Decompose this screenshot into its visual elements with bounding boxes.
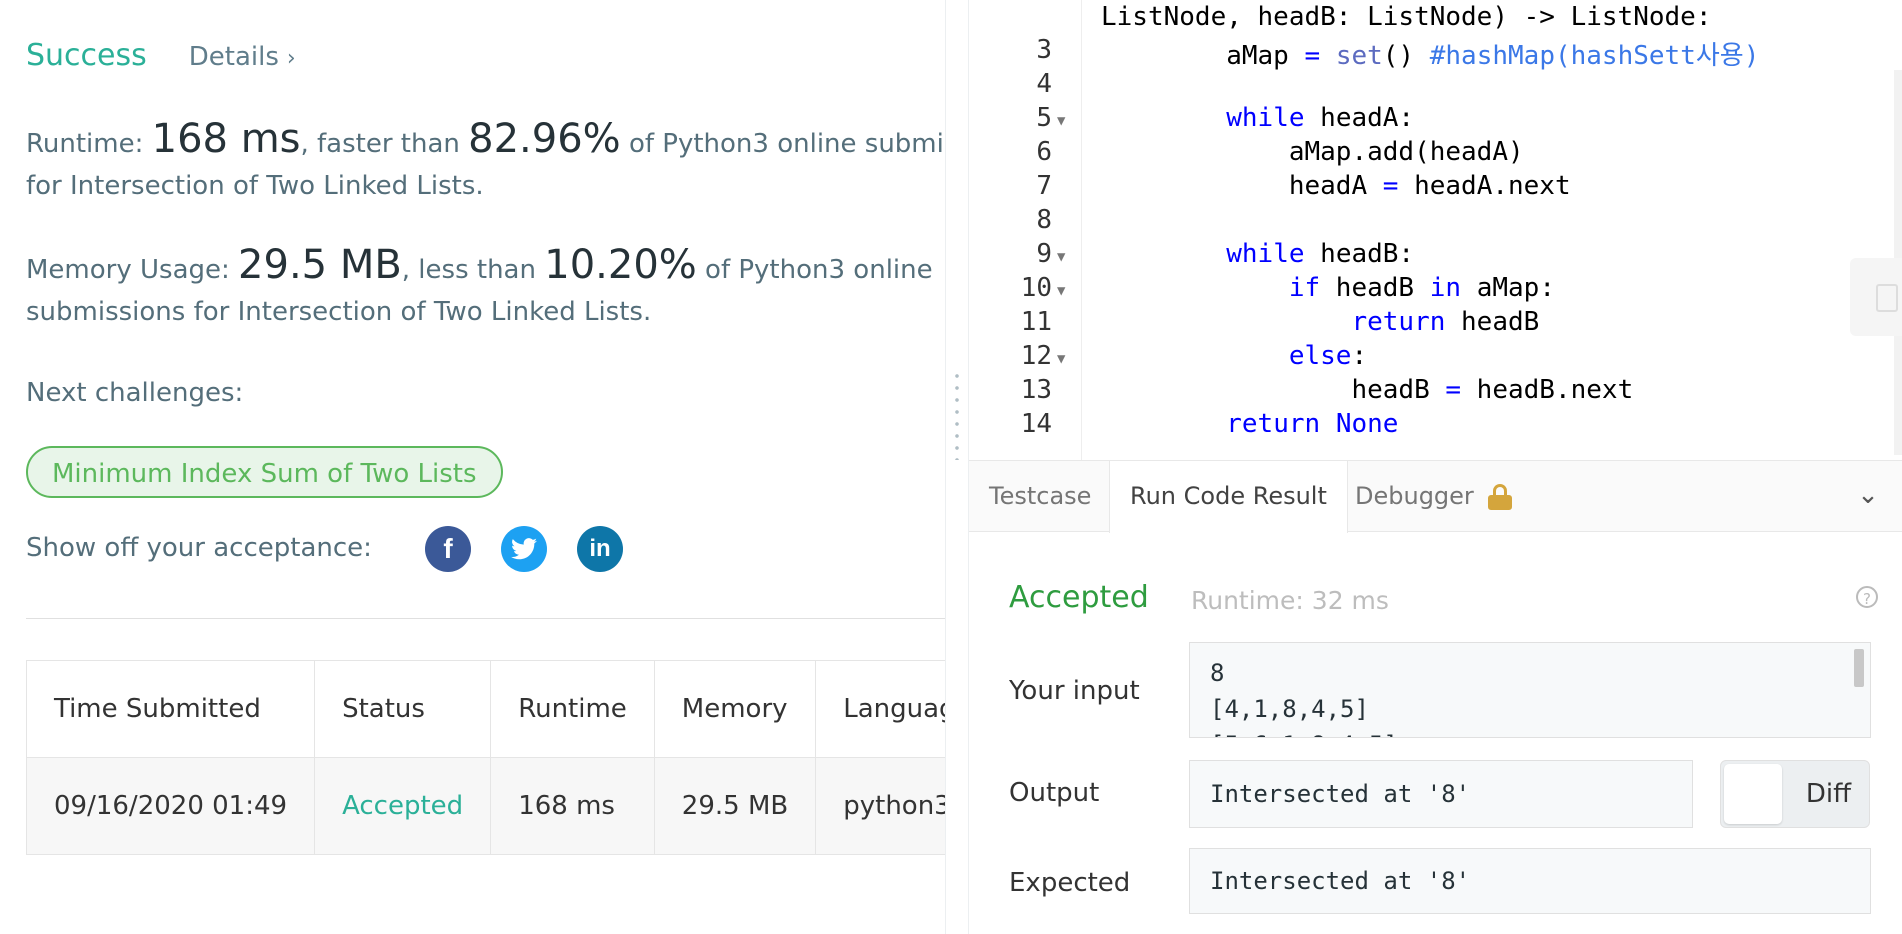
- cell-status-link[interactable]: Accepted: [314, 757, 492, 855]
- memory-value: 29.5 MB: [238, 242, 402, 288]
- memory-mid: , less than: [401, 255, 545, 285]
- line-number: 14: [1020, 409, 1052, 439]
- header-language[interactable]: Language: [815, 660, 945, 758]
- code-line-3: aMap = set() #hashMap(hashSett사용): [1101, 41, 1760, 71]
- code-editor[interactable]: ListNode, headB: ListNode) -> ListNode: …: [969, 0, 1902, 460]
- line-number: 4: [1036, 69, 1052, 99]
- line-number: 5: [1036, 103, 1052, 133]
- gutter-border: [1081, 0, 1082, 460]
- cell-memory: 29.5 MB: [653, 757, 817, 855]
- code-line-7: headA = headA.next: [1101, 171, 1571, 201]
- line-number: 8: [1036, 205, 1052, 235]
- lock-icon: [1487, 484, 1512, 510]
- output-box: Intersected at '8': [1189, 760, 1693, 828]
- diff-toggle-knob[interactable]: [1724, 764, 1782, 824]
- details-link[interactable]: Details ›: [189, 42, 296, 72]
- cell-runtime: 168 ms: [490, 757, 655, 855]
- code-line-11: return headB: [1351, 307, 1540, 337]
- input-scrollbar[interactable]: [1854, 649, 1864, 687]
- code-line-5: while headA:: [1226, 103, 1415, 133]
- chevron-down-icon[interactable]: ⌄: [1854, 481, 1882, 509]
- fold-arrow-icon[interactable]: ▼: [1057, 283, 1065, 299]
- header-time-submitted[interactable]: Time Submitted: [25, 660, 316, 758]
- memory-suffix: of Python3 online: [696, 255, 933, 285]
- code-line-12: else:: [1288, 341, 1368, 371]
- line-number: 11: [1020, 307, 1052, 337]
- tab-run-code-result[interactable]: Run Code Result: [1109, 461, 1348, 533]
- expected-box: Intersected at '8': [1189, 848, 1871, 914]
- header-runtime[interactable]: Runtime: [490, 660, 655, 758]
- line-number: 6: [1036, 137, 1052, 167]
- runtime-line2: for Intersection of Two Linked Lists.: [26, 171, 484, 201]
- next-challenge-pill[interactable]: Minimum Index Sum of Two Lists: [26, 446, 503, 498]
- fold-arrow-icon[interactable]: ▼: [1057, 351, 1065, 367]
- drag-dots-icon: [955, 370, 959, 460]
- result-status: Accepted: [1009, 580, 1149, 615]
- your-input-box[interactable]: 8 [4,1,8,4,5] [5,6,1,8,4,5]: [1189, 642, 1871, 738]
- header-status[interactable]: Status: [314, 660, 492, 758]
- success-status: Success: [26, 38, 147, 73]
- cell-time-submitted: 09/16/2020 01:49: [25, 757, 316, 855]
- memory-prefix: Memory Usage:: [26, 255, 239, 285]
- status-row: Success Details ›: [26, 38, 296, 73]
- code-line-2: ListNode, headB: ListNode) -> ListNode:: [1101, 2, 1712, 32]
- facebook-icon[interactable]: f: [425, 526, 471, 572]
- help-icon[interactable]: ?: [1856, 586, 1878, 608]
- next-challenges-label: Next challenges:: [26, 378, 244, 408]
- input-line: 8: [1210, 659, 1225, 687]
- result-runtime: Runtime: 32 ms: [1191, 586, 1389, 615]
- line-number: 3: [1036, 35, 1052, 65]
- table-row[interactable]: 09/16/2020 01:49 Accepted 168 ms 29.5 MB…: [25, 757, 945, 855]
- divider-line: [26, 618, 945, 619]
- memory-summary: Memory Usage: 29.5 MB, less than 10.20% …: [26, 244, 933, 333]
- tab-debugger[interactable]: Debugger: [1335, 461, 1532, 532]
- memory-percent: 10.20%: [544, 242, 697, 288]
- copy-icon[interactable]: [1876, 284, 1898, 312]
- details-label[interactable]: Details: [189, 42, 279, 72]
- header-memory[interactable]: Memory: [653, 660, 817, 758]
- code-comment: #hashMap(hashSett사용): [1429, 41, 1760, 71]
- editor-console-panel: ListNode, headB: ListNode) -> ListNode: …: [969, 0, 1902, 934]
- line-number: 9: [1036, 239, 1052, 269]
- expected-label: Expected: [1009, 868, 1131, 898]
- submissions-table: Time Submitted Status Runtime Memory Lan…: [25, 660, 945, 855]
- diff-label: Diff: [1805, 779, 1851, 809]
- chevron-right-icon: ›: [286, 46, 296, 71]
- console-tabs: Testcase Run Code Result Debugger ⌄: [969, 460, 1902, 533]
- line-number: 10: [1020, 273, 1052, 303]
- panel-resize-handle[interactable]: [945, 0, 969, 934]
- your-input-label: Your input: [1009, 676, 1140, 706]
- linkedin-icon[interactable]: in: [577, 526, 623, 572]
- submission-detail-panel: Success Details › Runtime: 168 ms, faster…: [0, 0, 945, 934]
- line-number: 7: [1036, 171, 1052, 201]
- input-line: [5,6,1,8,4,5]: [1210, 727, 1870, 737]
- runtime-percent: 82.96%: [468, 116, 621, 162]
- tab-debugger-label[interactable]: Debugger: [1355, 482, 1474, 510]
- code-line-13: headB = headB.next: [1101, 375, 1634, 405]
- share-label: Show off your acceptance:: [26, 533, 372, 563]
- output-label: Output: [1009, 778, 1100, 808]
- runtime-suffix: of Python3 online submissions: [628, 129, 945, 159]
- code-line-6: aMap.add(headA): [1101, 137, 1524, 167]
- memory-line2: submissions for Intersection of Two Link…: [26, 297, 652, 327]
- line-number: 12: [1020, 341, 1052, 371]
- runtime-summary: Runtime: 168 ms, faster than 82.96% of P…: [26, 118, 945, 207]
- twitter-icon[interactable]: [501, 526, 547, 572]
- diff-toggle[interactable]: Diff: [1720, 760, 1870, 828]
- code-line-9: while headB:: [1226, 239, 1415, 269]
- tab-testcase[interactable]: Testcase: [969, 461, 1111, 532]
- cell-language: python3: [815, 757, 945, 855]
- fold-arrow-icon[interactable]: ▼: [1057, 113, 1065, 129]
- runtime-value: 168 ms: [151, 116, 301, 162]
- code-line-10: if headB in aMap:: [1288, 273, 1555, 303]
- code-line-14: return None: [1226, 409, 1399, 439]
- fold-arrow-icon[interactable]: ▼: [1057, 249, 1065, 265]
- runtime-prefix: Runtime:: [26, 129, 152, 159]
- runtime-mid: , faster than: [300, 129, 469, 159]
- line-number: 13: [1020, 375, 1052, 405]
- input-line: [4,1,8,4,5]: [1210, 695, 1369, 723]
- table-header-row: Time Submitted Status Runtime Memory Lan…: [25, 660, 945, 758]
